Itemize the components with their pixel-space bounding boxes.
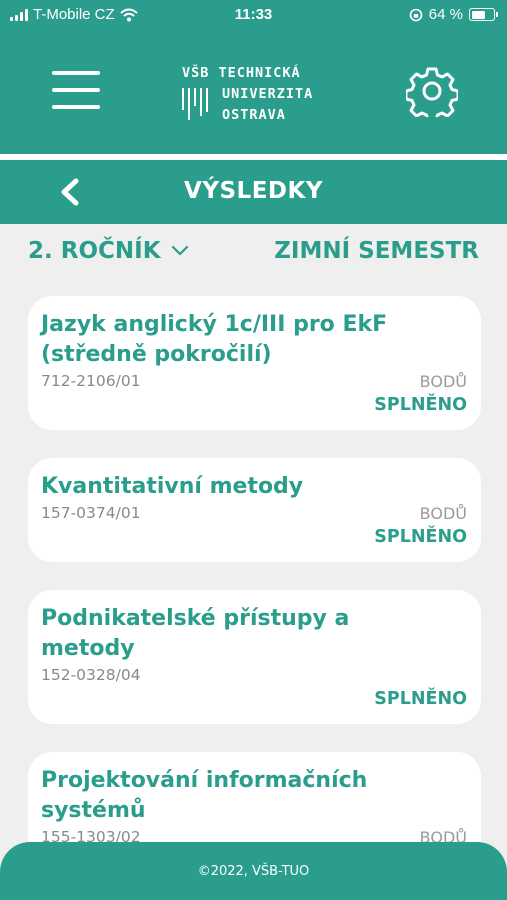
- status-bar: T-Mobile CZ 11:33 64 %: [0, 0, 507, 30]
- university-logo: VŠB TECHNICKÁ UNIVERZITA OSTRAVA: [182, 63, 313, 126]
- logo-line1: VŠB TECHNICKÁ: [182, 65, 301, 81]
- course-code: 157-0374/01: [41, 504, 141, 522]
- year-dropdown[interactable]: 2. ROČNÍK: [28, 238, 189, 264]
- course-title: Podnikatelské přístupy a metody: [41, 606, 350, 661]
- course-title: Kvantitativní metody: [41, 474, 304, 499]
- course-card[interactable]: Jazyk anglický 1c/III pro EkF (středně p…: [28, 296, 481, 430]
- year-label: 2. ROČNÍK: [28, 238, 161, 264]
- semester-label[interactable]: ZIMNÍ SEMESTR: [274, 238, 479, 264]
- copyright-text: ©2022, VŠB-TUO: [197, 864, 310, 879]
- course-points-label: BODŮ: [419, 372, 467, 391]
- course-status: SPLNĚNO: [374, 689, 467, 709]
- course-card[interactable]: Kvantitativní metody 157-0374/01 BODŮ SP…: [28, 458, 481, 562]
- chevron-down-icon: [171, 245, 188, 256]
- course-status: SPLNĚNO: [374, 395, 467, 415]
- logo-line2: UNIVERZITA: [222, 86, 314, 102]
- filter-row: 2. ROČNÍK ZIMNÍ SEMESTR: [0, 236, 507, 272]
- battery-group: 64 %: [409, 6, 498, 23]
- logo-bars-icon: [182, 84, 212, 126]
- gear-icon[interactable]: [404, 65, 460, 123]
- logo-line3: OSTRAVA: [222, 107, 286, 123]
- course-points-label: BODŮ: [419, 504, 467, 523]
- course-card[interactable]: Podnikatelské přístupy a metody 152-0328…: [28, 590, 481, 724]
- course-code: 712-2106/01: [41, 372, 141, 390]
- footer: ©2022, VŠB-TUO: [0, 842, 507, 900]
- title-bar: VÝSLEDKY: [0, 160, 507, 224]
- page-title: VÝSLEDKY: [184, 178, 323, 204]
- battery-percent: 64 %: [428, 6, 463, 23]
- app-header: VŠB TECHNICKÁ UNIVERZITA OSTRAVA: [0, 30, 507, 154]
- course-title: Jazyk anglický 1c/III pro EkF (středně p…: [41, 312, 388, 367]
- orientation-lock-icon: [409, 8, 423, 21]
- battery-icon: [469, 8, 498, 21]
- course-title: Projektování informačních systémů: [41, 768, 368, 823]
- course-status: SPLNĚNO: [374, 527, 467, 547]
- hamburger-icon[interactable]: [52, 71, 100, 109]
- course-code: 152-0328/04: [41, 666, 141, 684]
